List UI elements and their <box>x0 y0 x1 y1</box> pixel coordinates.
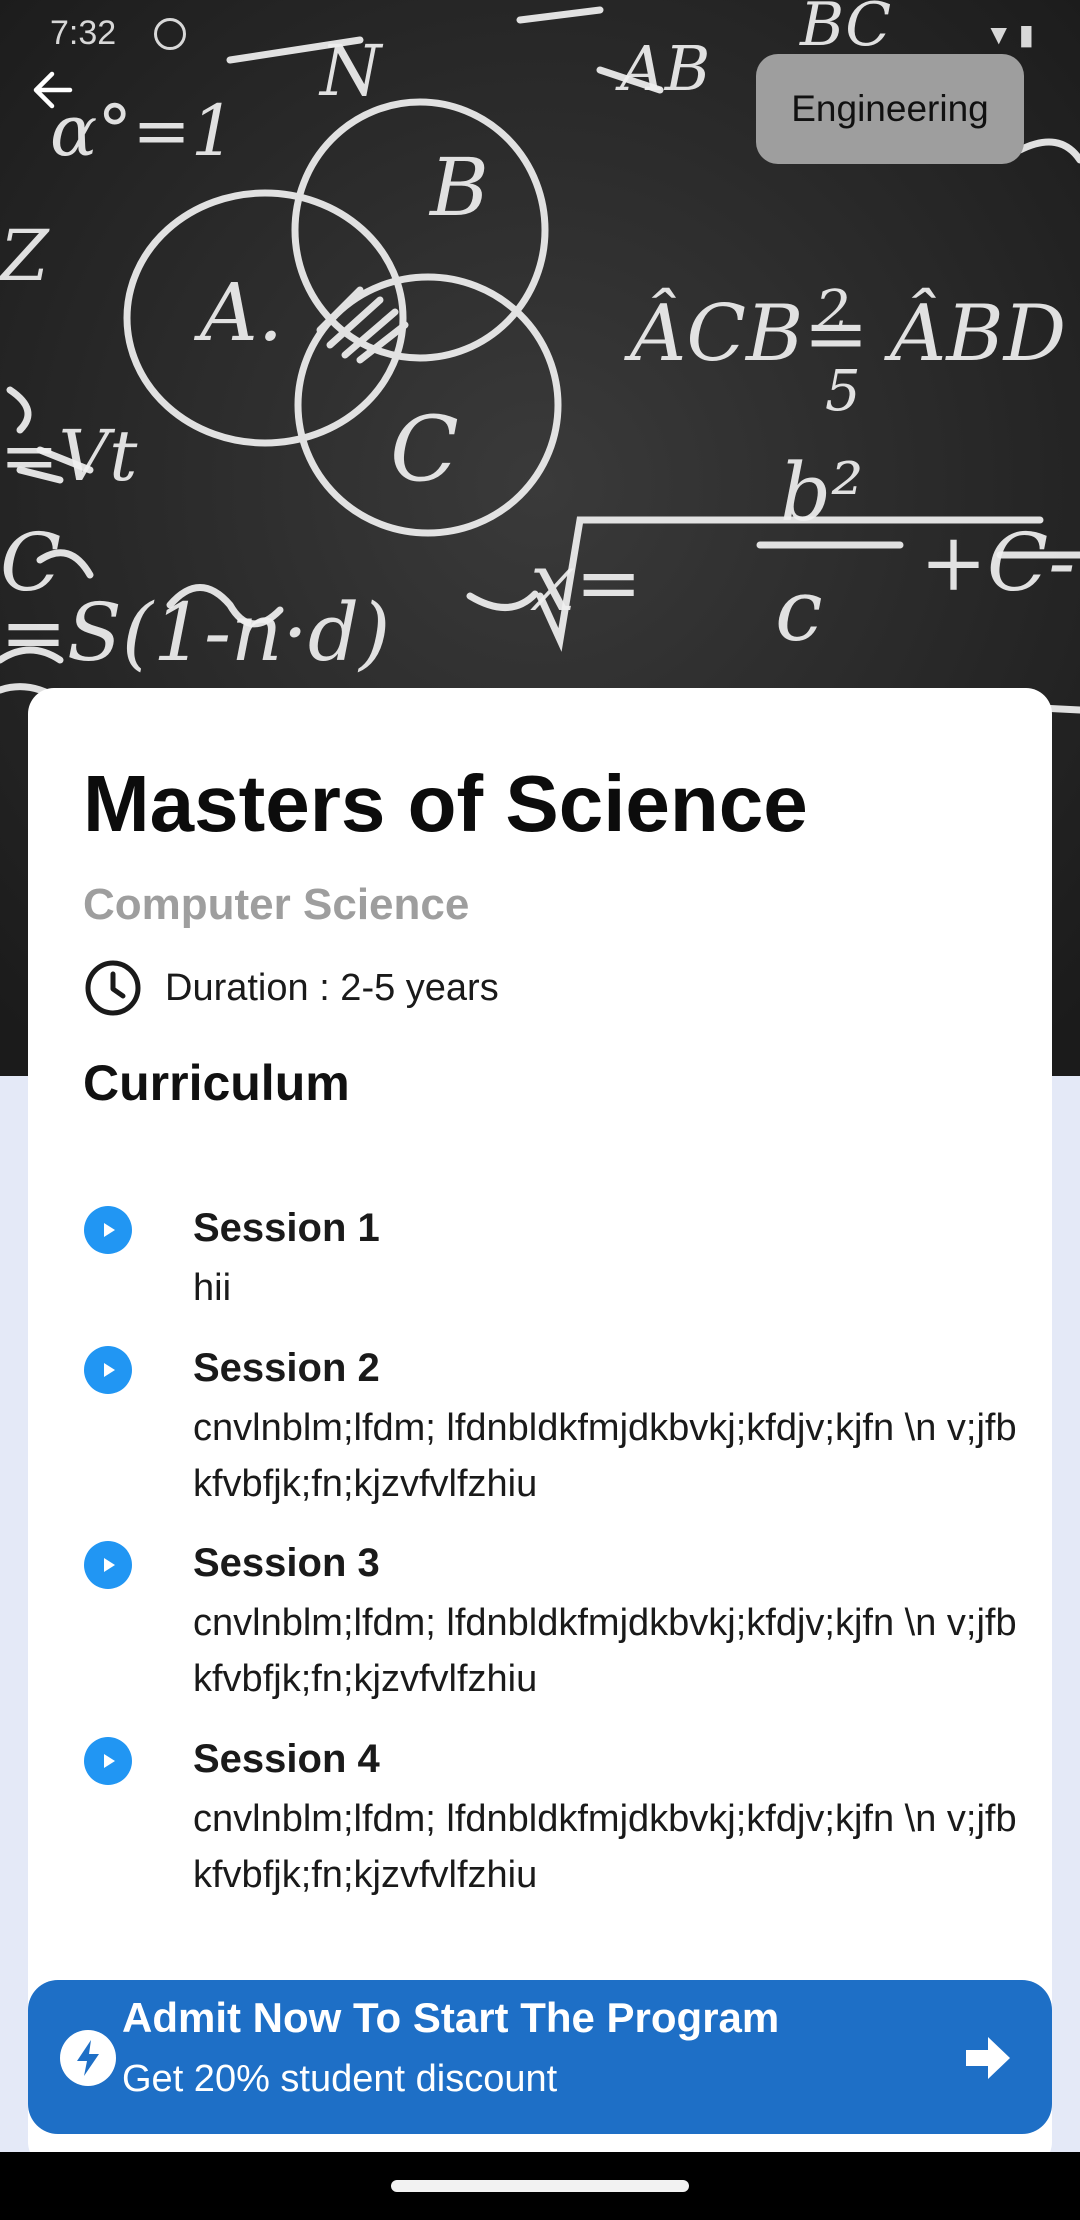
svg-text:A.: A. <box>193 266 283 359</box>
lightning-icon <box>60 2030 116 2086</box>
wifi-battery-icons: ▼▮ <box>984 19 1040 50</box>
clock-icon <box>85 960 141 1016</box>
status-time: 7:32 <box>50 14 117 52</box>
svg-text:2: 2 <box>814 279 851 344</box>
card-scroll-area[interactable]: Masters of Science Computer Science Dura… <box>28 688 1052 1928</box>
play-icon[interactable] <box>84 1541 132 1589</box>
back-arrow-icon <box>33 71 73 109</box>
svg-text:c: c <box>775 562 823 661</box>
svg-text:5: 5 <box>825 359 861 424</box>
session-description: hii <box>193 1267 232 1309</box>
session-description: cnvlnblm;lfdm; lfdnbldkfmjdkbvkj;kfdjv;k… <box>193 1407 1017 1505</box>
svg-text:b²: b² <box>780 446 863 539</box>
svg-text:x=: x= <box>530 536 642 629</box>
category-chip[interactable]: Engineering <box>756 54 1024 164</box>
program-title: Masters of Science <box>83 759 808 848</box>
cta-subtitle: Get 20% student discount <box>122 2058 558 2100</box>
duration-row: Duration : 2-5 years <box>83 956 499 1020</box>
svg-text:C: C <box>0 516 61 609</box>
session-description: cnvlnblm;lfdm; lfdnbldkfmjdkbvkj;kfdjv;k… <box>193 1798 1017 1896</box>
notification-icon <box>154 18 186 50</box>
svg-text:B: B <box>428 141 489 234</box>
system-navigation-bar <box>0 2152 1080 2220</box>
play-icon[interactable] <box>84 1346 132 1394</box>
cta-title: Admit Now To Start The Program <box>122 1994 780 2041</box>
svg-text:ÂBD: ÂBD <box>884 287 1066 379</box>
svg-text:+C-: +C- <box>920 516 1075 609</box>
curriculum-heading: Curriculum <box>83 1055 350 1111</box>
play-icon[interactable] <box>84 1737 132 1785</box>
svg-text:=Vt: =Vt <box>0 415 138 497</box>
duration-text: Duration : 2-5 years <box>165 966 499 1009</box>
arrow-right-icon <box>966 2037 1010 2079</box>
session-title: Session 4 <box>193 1737 380 1781</box>
admit-now-button[interactable]: Admit Now To Start The Program Get 20% s… <box>28 1980 1052 2134</box>
session-title: Session 1 <box>193 1206 380 1250</box>
session-description: cnvlnblm;lfdm; lfdnbldkfmjdkbvkj;kfdjv;k… <box>193 1602 1017 1700</box>
session-title: Session 2 <box>193 1346 380 1390</box>
session-title: Session 3 <box>193 1541 380 1585</box>
svg-text:C: C <box>390 397 459 502</box>
program-details-card: Masters of Science Computer Science Dura… <box>28 688 1052 2168</box>
program-subtitle: Computer Science <box>83 880 470 929</box>
back-button[interactable] <box>30 70 90 130</box>
svg-text:Z: Z <box>0 215 50 297</box>
play-icon[interactable] <box>84 1206 132 1254</box>
home-gesture-handle[interactable] <box>391 2180 689 2192</box>
